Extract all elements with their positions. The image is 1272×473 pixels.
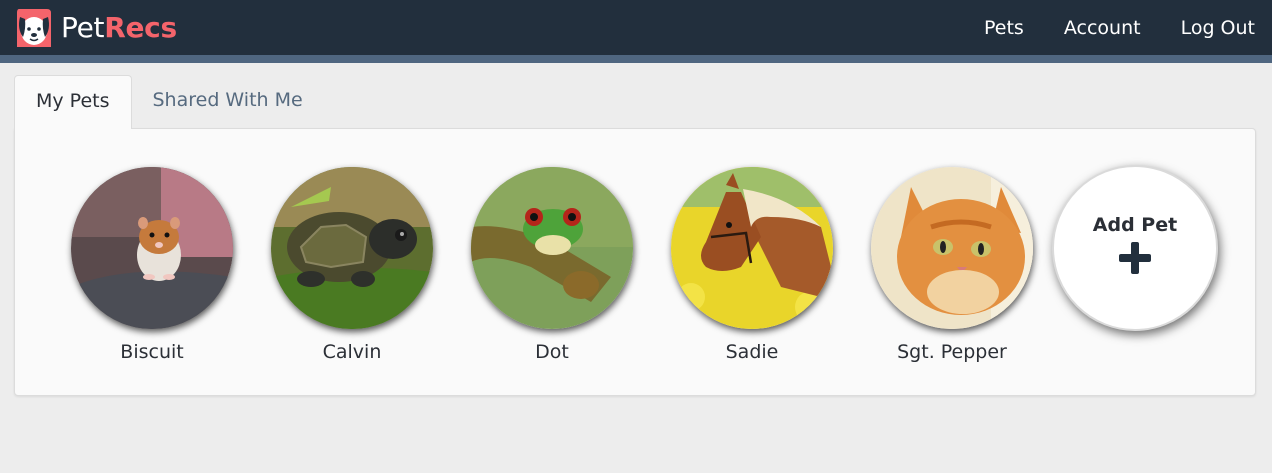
nav-link-pets[interactable]: Pets — [984, 17, 1024, 39]
pet-card-sgt-pepper[interactable]: Sgt. Pepper — [852, 167, 1052, 395]
brand[interactable]: PetRecs — [15, 7, 177, 49]
frog-photo — [471, 167, 633, 329]
horse-photo — [671, 167, 833, 329]
pet-card-biscuit[interactable]: Biscuit — [52, 167, 252, 395]
pet-photo[interactable] — [71, 167, 233, 329]
pet-card-calvin[interactable]: Calvin — [252, 167, 452, 395]
pet-card-sadie[interactable]: Sadie — [652, 167, 852, 395]
pet-name: Biscuit — [120, 341, 184, 363]
pet-card-dot[interactable]: Dot — [452, 167, 652, 395]
pet-photo[interactable] — [871, 167, 1033, 329]
plus-icon — [1119, 242, 1151, 274]
add-pet-label: Add Pet — [1092, 214, 1178, 236]
cat-photo — [871, 167, 1033, 329]
pets-panel: Biscuit Calvin Dot Sadie Sgt. Pepper Add… — [14, 128, 1256, 396]
nav-link-account[interactable]: Account — [1064, 17, 1141, 39]
brand-name-part1: Pet — [61, 11, 105, 44]
pet-name: Dot — [535, 341, 569, 363]
pet-photo[interactable] — [671, 167, 833, 329]
pet-name: Calvin — [322, 341, 382, 363]
pet-photo[interactable] — [271, 167, 433, 329]
nav-link-logout[interactable]: Log Out — [1181, 17, 1255, 39]
pet-name: Sgt. Pepper — [897, 341, 1007, 363]
brand-name: PetRecs — [61, 11, 177, 44]
turtle-photo — [271, 167, 433, 329]
pet-name: Sadie — [725, 341, 779, 363]
main-content: My Pets Shared With Me Biscuit Calvin Do… — [0, 63, 1272, 396]
hamster-photo — [71, 167, 233, 329]
add-pet-button[interactable]: Add Pet — [1052, 165, 1218, 331]
dog-face-icon — [17, 8, 51, 47]
tab-my-pets[interactable]: My Pets — [14, 75, 132, 129]
brand-name-part2: Recs — [104, 11, 177, 44]
tab-bar: My Pets Shared With Me — [14, 75, 1258, 129]
nav-links: Pets Account Log Out — [944, 17, 1255, 39]
tab-shared-with-me[interactable]: Shared With Me — [132, 75, 324, 128]
navbar: PetRecs Pets Account Log Out — [0, 0, 1272, 63]
pet-photo[interactable] — [471, 167, 633, 329]
